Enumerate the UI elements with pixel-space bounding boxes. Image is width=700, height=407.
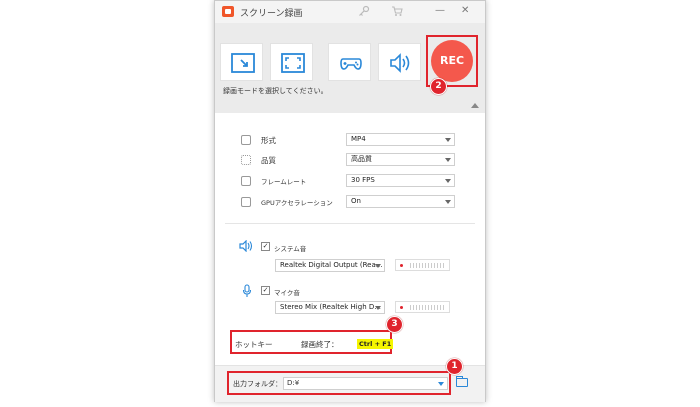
- close-icon[interactable]: ✕: [461, 5, 469, 16]
- chevron-down-icon: [375, 306, 381, 310]
- format-label: 形式: [261, 136, 276, 145]
- key-icon[interactable]: [358, 5, 370, 20]
- fullscreen-button[interactable]: [270, 43, 313, 81]
- step-badge-3: 3: [386, 316, 403, 333]
- collapse-arrow-icon[interactable]: [471, 103, 479, 108]
- record-dot-icon: [400, 264, 403, 267]
- screen-recorder-window: スクリーン録画 — ✕ REC 録画モードを選択してください。 2 形式 MP4…: [214, 0, 486, 402]
- system-sound-level-meter: [395, 259, 450, 271]
- mic-sound-checkbox[interactable]: ✓: [261, 286, 270, 295]
- step-badge-2: 2: [430, 78, 447, 95]
- mic-level-meter: [395, 301, 450, 313]
- system-sound-label: システム音: [274, 245, 307, 253]
- quality-label: 品質: [261, 156, 276, 165]
- window-title: スクリーン録画: [240, 9, 303, 19]
- output-path-input[interactable]: D:¥: [283, 377, 448, 390]
- app-logo-icon: [222, 6, 234, 17]
- folder-icon[interactable]: [456, 376, 468, 387]
- gpu-icon: [241, 197, 251, 207]
- game-mode-button[interactable]: [328, 43, 371, 81]
- quality-select[interactable]: 高品質: [346, 153, 455, 166]
- game-icon: [340, 58, 362, 70]
- gpu-select[interactable]: On: [346, 195, 455, 208]
- step-badge-1: 1: [446, 358, 463, 375]
- mic-sound-label: マイク音: [274, 289, 300, 297]
- chevron-down-icon: [445, 179, 451, 183]
- chevron-down-icon: [445, 200, 451, 204]
- mode-select-hint: 録画モードを選択してください。: [223, 87, 328, 95]
- framerate-label: フレームレート: [261, 178, 307, 186]
- hotkey-label: ホットキー: [235, 340, 273, 349]
- format-icon: [241, 135, 251, 145]
- minimize-icon[interactable]: —: [435, 5, 445, 16]
- region-capture-button[interactable]: [220, 43, 263, 81]
- fullscreen-icon: [281, 53, 305, 73]
- format-select[interactable]: MP4: [346, 133, 455, 146]
- audio-only-button[interactable]: [378, 43, 421, 81]
- gpu-label: GPUアクセラレーション: [261, 199, 333, 207]
- settings-divider: [225, 223, 475, 224]
- hotkey-action-label: 録画終了：: [301, 340, 339, 349]
- output-folder-label: 出力フォルダ：: [233, 380, 282, 388]
- system-sound-checkbox[interactable]: ✓: [261, 242, 270, 251]
- framerate-icon: [241, 176, 251, 186]
- quality-icon: [241, 155, 251, 165]
- chevron-down-icon: [445, 138, 451, 142]
- microphone-icon: [242, 284, 252, 300]
- framerate-select[interactable]: 30 FPS: [346, 174, 455, 187]
- audio-only-icon: [390, 53, 410, 73]
- cart-icon[interactable]: [391, 5, 403, 20]
- chevron-down-icon: [445, 158, 451, 162]
- chevron-down-icon[interactable]: [438, 382, 444, 386]
- chevron-down-icon: [375, 264, 381, 268]
- hotkey-value[interactable]: Ctrl + F1: [357, 339, 394, 349]
- title-bar: スクリーン録画 — ✕: [215, 1, 485, 23]
- speaker-icon: [239, 239, 253, 254]
- mode-toolbar: REC 録画モードを選択してください。: [215, 23, 485, 113]
- region-capture-icon: [231, 53, 255, 73]
- record-dot-icon: [400, 306, 403, 309]
- mic-device-select[interactable]: Stereo Mix (Realtek High D...: [275, 301, 385, 314]
- system-sound-device-select[interactable]: Realtek Digital Output (Rea...: [275, 259, 385, 272]
- rec-button[interactable]: REC: [431, 40, 473, 82]
